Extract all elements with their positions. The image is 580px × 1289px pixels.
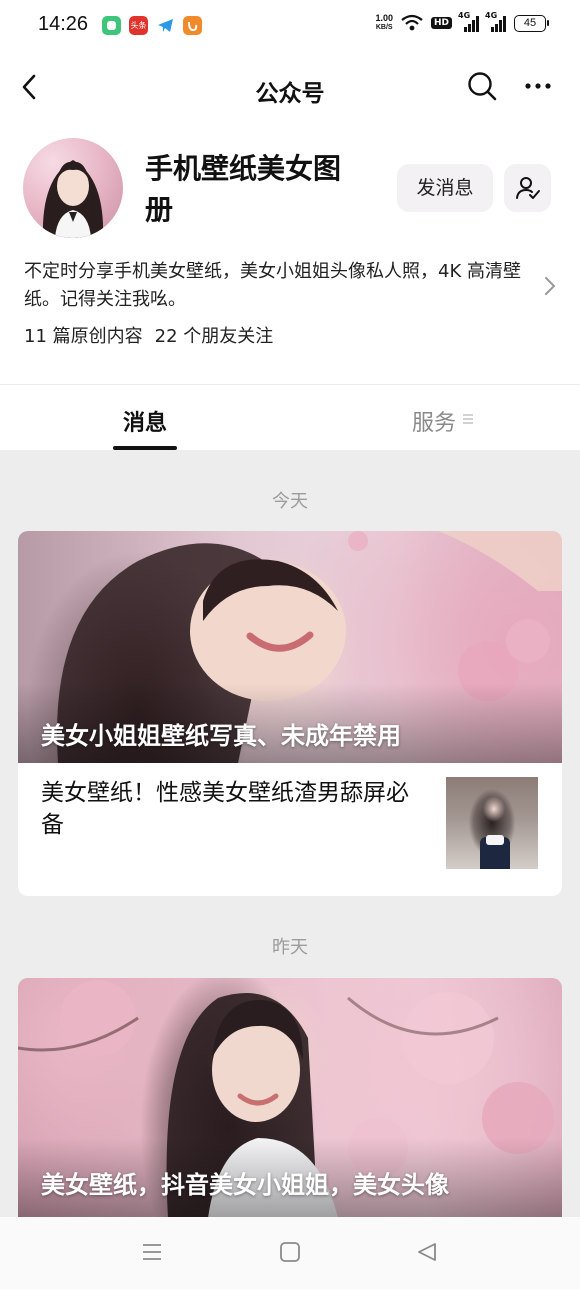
system-nav-bar xyxy=(0,1217,580,1289)
signal-1-label: 4G xyxy=(458,11,471,20)
signal-2-label: 4G xyxy=(485,11,498,20)
telegram-icon xyxy=(156,16,175,35)
recent-apps-icon[interactable] xyxy=(141,1241,163,1263)
thumbnail-collar xyxy=(486,835,504,845)
article-cover-image[interactable]: 美女小姐姐壁纸写真、未成年禁用 xyxy=(18,531,562,763)
back-nav-icon[interactable] xyxy=(416,1241,438,1263)
tab-services[interactable]: 服务 xyxy=(412,405,456,437)
search-icon[interactable] xyxy=(466,70,498,102)
tab-messages[interactable]: 消息 xyxy=(123,405,167,437)
net-speed-value: 1.00 xyxy=(375,13,393,23)
account-profile: 手机壁纸美女图册 发消息 不定时分享手机美女壁纸，美女小姐姐头像私人照，4K 高… xyxy=(0,126,580,384)
home-icon[interactable] xyxy=(279,1241,301,1263)
menu-lines-icon xyxy=(463,414,473,424)
net-speed-unit: KB/S xyxy=(375,24,393,31)
account-name: 手机壁纸美女图册 xyxy=(145,152,342,226)
battery-icon: 45 xyxy=(514,14,549,32)
status-time: 14:26 xyxy=(38,13,89,35)
avatar[interactable] xyxy=(23,138,123,238)
account-stats: 11 篇原创内容 22 个朋友关注 xyxy=(24,322,273,348)
status-bar: 14:26 头条 1.00 KB/S HD 4G 4G 45 xyxy=(0,0,580,52)
status-indicators: 1.00 KB/S HD 4G 4G 45 xyxy=(375,11,549,32)
status-app-icons: 头条 xyxy=(102,16,202,35)
user-check-icon xyxy=(515,177,540,199)
article-sub-title[interactable]: 美女壁纸！性感美女壁纸渣男舔屏必备 xyxy=(41,777,421,841)
account-description[interactable]: 不定时分享手机美女壁纸，美女小姐姐头像私人照，4K 高清壁纸。记得关注我吆。 xyxy=(24,258,540,314)
tab-bar: 消息 服务 xyxy=(0,384,580,450)
date-label-today: 今天 xyxy=(272,491,308,512)
net-speed: 1.00 KB/S xyxy=(375,14,393,32)
uc-browser-icon xyxy=(183,16,202,35)
wifi-icon xyxy=(401,14,423,31)
toutiao-icon-text: 头条 xyxy=(130,21,147,30)
date-label-yesterday: 昨天 xyxy=(272,937,308,958)
article-sub-item[interactable]: 美女壁纸！性感美女壁纸渣男舔屏必备 xyxy=(18,763,562,896)
send-message-button[interactable]: 发消息 xyxy=(397,164,493,212)
signal-icon-1: 4G xyxy=(458,11,479,32)
wechat-mini-icon xyxy=(102,16,121,35)
article-sub-thumbnail[interactable] xyxy=(446,777,538,869)
toutiao-icon: 头条 xyxy=(129,16,148,35)
signal-icon-2: 4G xyxy=(485,11,506,32)
tab-active-indicator xyxy=(113,446,177,450)
more-icon[interactable] xyxy=(522,74,554,98)
original-count[interactable]: 11 篇原创内容 xyxy=(24,322,143,348)
article-cover-title[interactable]: 美女壁纸，抖音美女小姐姐，美女头像 xyxy=(41,1165,449,1200)
article-card[interactable]: 美女壁纸，抖音美女小姐姐，美女头像 xyxy=(18,978,562,1218)
hd-badge: HD xyxy=(430,17,452,29)
chevron-right-icon[interactable] xyxy=(542,274,558,298)
follow-button[interactable] xyxy=(504,164,551,212)
article-card[interactable]: 美女小姐姐壁纸写真、未成年禁用 美女壁纸！性感美女壁纸渣男舔屏必备 xyxy=(18,531,562,896)
article-cover-title[interactable]: 美女小姐姐壁纸写真、未成年禁用 xyxy=(41,716,401,751)
article-cover-image[interactable]: 美女壁纸，抖音美女小姐姐，美女头像 xyxy=(18,978,562,1218)
nav-bar: 公众号 xyxy=(0,52,580,126)
friends-following[interactable]: 22 个朋友关注 xyxy=(155,322,274,348)
